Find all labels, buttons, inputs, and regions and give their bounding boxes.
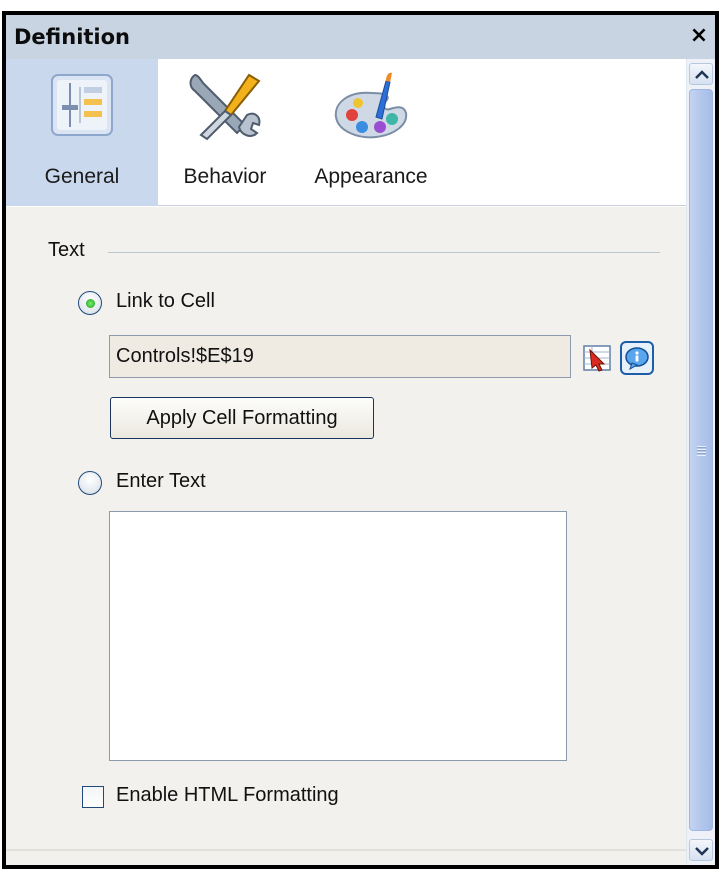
enable-html-formatting-checkbox[interactable] [82, 786, 104, 808]
text-section-header: Text [48, 239, 660, 265]
wrench-screwdriver-icon [189, 73, 261, 141]
tab-appearance-label: Appearance [314, 165, 428, 188]
enter-text-radio[interactable] [78, 471, 102, 495]
scroll-up-button[interactable] [689, 63, 713, 85]
tab-behavior[interactable]: Behavior [158, 59, 292, 206]
enter-text-label: Enter Text [116, 470, 206, 492]
panel-title-bar: Definition × [6, 15, 715, 59]
apply-cell-formatting-button[interactable]: Apply Cell Formatting [110, 397, 374, 439]
section-divider [108, 252, 660, 253]
tab-strip: General Behavior Appearance [6, 59, 686, 206]
link-to-cell-label: Link to Cell [116, 290, 215, 312]
definition-panel: Definition × General Behavior Appearance… [2, 11, 719, 869]
panel-title: Definition [14, 25, 131, 49]
panel-inner: Definition × General Behavior Appearance… [6, 15, 715, 865]
radio-selected-dot [86, 299, 95, 308]
close-button[interactable]: × [687, 25, 711, 49]
formula-info-icon[interactable] [620, 341, 654, 375]
scrollbar-thumb[interactable] [689, 89, 713, 831]
section-label-text: Text [48, 239, 85, 261]
content-bottom-divider [6, 849, 686, 851]
general-properties-icon [51, 74, 113, 136]
chevron-down-icon [695, 847, 709, 856]
tab-behavior-label: Behavior [183, 165, 267, 188]
link-to-cell-radio[interactable] [78, 291, 102, 315]
scroll-down-button[interactable] [689, 839, 713, 861]
chevron-up-icon [695, 70, 709, 79]
tab-appearance[interactable]: Appearance [292, 59, 450, 206]
paint-palette-icon [334, 72, 408, 139]
cell-reference-field[interactable]: Controls!$E$19 [109, 335, 571, 378]
tab-general[interactable]: General [6, 59, 158, 206]
enable-html-formatting-label: Enable HTML Formatting [116, 784, 339, 806]
general-tab-content: Text Link to Cell Controls!$E$19 Apply C… [6, 207, 686, 865]
select-cell-icon[interactable] [580, 341, 614, 375]
enter-text-area[interactable] [109, 511, 567, 761]
scroll-grip-icon [697, 446, 706, 456]
top-edge-marks [334, 0, 368, 34]
vertical-scrollbar[interactable] [686, 59, 715, 865]
tab-general-label: General [44, 165, 120, 188]
